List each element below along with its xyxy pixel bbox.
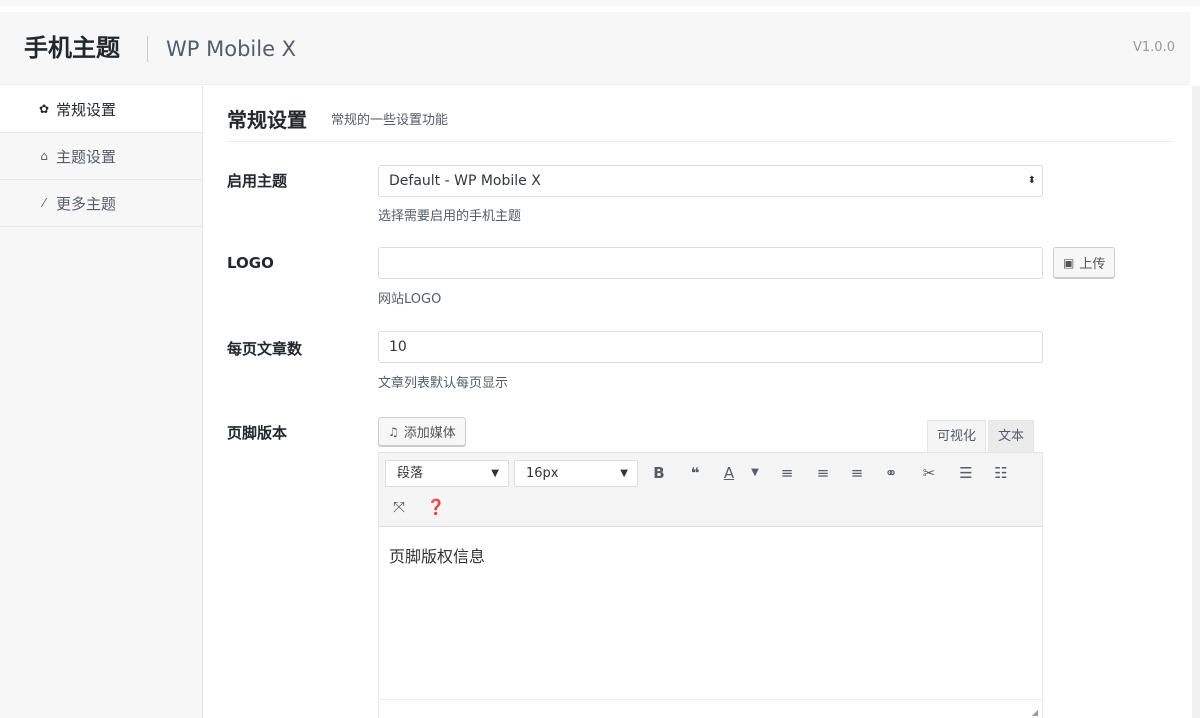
- chevron-down-icon: ▼: [620, 468, 628, 479]
- add-media-label: 添加媒体: [403, 426, 456, 441]
- theme-hint: 选择需要启用的手机主题: [378, 209, 522, 224]
- app-title: 手机主题: [24, 34, 120, 62]
- rich-text-editor[interactable]: 段落 ▼ 16px ▼ B ❝ A ▼ ≡ ≡ ≡ ⚭ ✂ ☰ ☷ ⤧ ❓ 页脚…: [378, 452, 1043, 718]
- align-left-icon[interactable]: ≡: [775, 461, 799, 485]
- sidebar-item-general[interactable]: ✿ 常规设置: [0, 86, 202, 133]
- theme-label: 启用主题: [227, 172, 288, 190]
- resize-handle-icon[interactable]: ◢: [1032, 708, 1038, 717]
- theme-select-value: Default - WP Mobile X: [389, 173, 541, 189]
- logo-hint: 网站LOGO: [378, 292, 442, 307]
- upload-button[interactable]: ▣ 上传: [1053, 247, 1116, 278]
- font-size-select-value: 16px: [526, 466, 559, 481]
- gear-icon: ✿: [38, 102, 50, 116]
- sidebar-item-label: 更多主题: [56, 194, 117, 213]
- editor-tabs: 可视化 文本: [925, 420, 1035, 453]
- editor-statusbar: ◢: [379, 699, 1042, 718]
- format-select[interactable]: 段落 ▼: [385, 460, 509, 487]
- sidebar-item-more-themes[interactable]: ⁄ 更多主题: [0, 180, 202, 227]
- magic-wand-icon: ⁄: [42, 196, 45, 210]
- bold-icon[interactable]: B: [647, 461, 671, 485]
- tab-visual[interactable]: 可视化: [927, 420, 987, 453]
- page-scrollbar[interactable]: [1192, 86, 1200, 718]
- format-select-value: 段落: [397, 466, 424, 481]
- text-color-dropdown-icon[interactable]: ▼: [743, 461, 767, 485]
- numbered-list-icon[interactable]: ☷: [989, 461, 1013, 485]
- section-header: 常规设置 常规的一些设置功能: [227, 100, 1173, 142]
- sidebar: ✿ 常规设置 ⌂ 主题设置 ⁄ 更多主题: [0, 86, 203, 718]
- logo-label: LOGO: [227, 254, 274, 272]
- text-color-icon[interactable]: A: [717, 461, 741, 485]
- tab-text[interactable]: 文本: [988, 420, 1035, 453]
- font-size-select[interactable]: 16px ▼: [514, 460, 638, 487]
- editor-content[interactable]: 页脚版权信息: [389, 543, 485, 567]
- sidebar-item-theme[interactable]: ⌂ 主题设置: [0, 133, 202, 180]
- posts-per-page-hint: 文章列表默认每页显示: [378, 376, 509, 391]
- link-icon[interactable]: ⚭: [879, 461, 903, 485]
- header: 手机主题 WP Mobile X V1.0.0: [0, 12, 1190, 85]
- sidebar-item-label: 主题设置: [56, 147, 117, 166]
- fullscreen-icon[interactable]: ⤧: [387, 495, 411, 519]
- section-title: 常规设置: [227, 108, 307, 132]
- unlink-icon[interactable]: ✂: [917, 461, 941, 485]
- footer-label: 页脚版本: [227, 424, 288, 442]
- main-content: 常规设置 常规的一些设置功能 启用主题 Default - WP Mobile …: [203, 86, 1193, 718]
- add-media-button[interactable]: ♫ 添加媒体: [378, 417, 466, 446]
- theme-select[interactable]: Default - WP Mobile X ⬍: [378, 165, 1043, 197]
- help-icon[interactable]: ❓: [424, 495, 448, 519]
- editor-toolbar: 段落 ▼ 16px ▼ B ❝ A ▼ ≡ ≡ ≡ ⚭ ✂ ☰ ☷ ⤧ ❓: [379, 453, 1042, 527]
- upload-button-label: 上传: [1079, 257, 1106, 272]
- posts-per-page-label: 每页文章数: [227, 340, 303, 358]
- app-frame: 手机主题 WP Mobile X V1.0.0 ✿ 常规设置 ⌂ 主题设置 ⁄ …: [0, 0, 1200, 718]
- blockquote-icon[interactable]: ❝: [683, 461, 707, 485]
- section-description: 常规的一些设置功能: [331, 113, 449, 128]
- select-arrows-icon: ⬍: [1027, 175, 1036, 186]
- sidebar-item-label: 常规设置: [56, 100, 117, 119]
- home-icon: ⌂: [40, 149, 48, 163]
- bullet-list-icon[interactable]: ☰: [954, 461, 978, 485]
- logo-input[interactable]: [378, 247, 1043, 279]
- version-label: V1.0.0: [1133, 40, 1175, 55]
- align-center-icon[interactable]: ≡: [811, 461, 835, 485]
- title-divider: [147, 36, 148, 62]
- image-icon: ▣: [1063, 255, 1075, 270]
- align-right-icon[interactable]: ≡: [845, 461, 869, 485]
- posts-per-page-input[interactable]: 10: [378, 331, 1043, 363]
- chevron-down-icon: ▼: [491, 468, 499, 479]
- media-icon: ♫: [388, 424, 399, 439]
- app-subtitle: WP Mobile X: [166, 37, 297, 61]
